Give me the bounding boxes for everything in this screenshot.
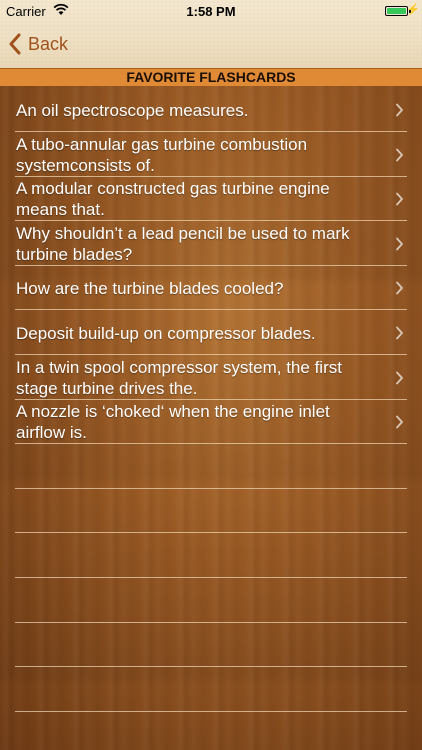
empty-row bbox=[0, 534, 422, 578]
list-item-label: How are the turbine blades cooled? bbox=[16, 278, 284, 298]
list-item-label: Why shouldn’t a lead pencil be used to m… bbox=[16, 223, 350, 264]
chevron-right-icon bbox=[396, 371, 403, 384]
list-item-label: An oil spectroscope measures. bbox=[16, 100, 249, 120]
back-label: Back bbox=[28, 33, 69, 54]
list-item[interactable]: A nozzle is ‘choked‘ when the engine inl… bbox=[0, 400, 422, 445]
list-item-label: A modular constructed gas turbine engine… bbox=[16, 179, 330, 220]
list-item[interactable]: A modular constructed gas turbine engine… bbox=[0, 177, 422, 222]
chevron-right-icon bbox=[396, 326, 403, 340]
list-item-label: Deposit build-up on compressor blades. bbox=[16, 323, 316, 343]
chevron-right-icon bbox=[396, 237, 403, 251]
battery-icon bbox=[385, 6, 408, 16]
list-item[interactable]: An oil spectroscope measures. bbox=[0, 88, 422, 132]
list-item-label: A nozzle is ‘choked‘ when the engine inl… bbox=[16, 402, 330, 443]
list-item[interactable]: Why shouldn’t a lead pencil be used to m… bbox=[0, 222, 422, 266]
status-bar: Carrier 1:58 PM ⚡ bbox=[0, 0, 422, 22]
empty-row bbox=[0, 623, 422, 668]
chevron-right-icon bbox=[396, 192, 403, 206]
chevron-right-icon bbox=[396, 103, 403, 117]
clock: 1:58 PM bbox=[186, 4, 236, 19]
empty-row bbox=[0, 445, 422, 489]
chevron-right-icon bbox=[396, 415, 403, 429]
empty-row bbox=[0, 579, 422, 623]
empty-row bbox=[0, 668, 422, 712]
list-item[interactable]: How are the turbine blades cooled? bbox=[0, 266, 422, 311]
charging-icon: ⚡ bbox=[406, 4, 420, 16]
back-button[interactable]: Back bbox=[8, 30, 68, 58]
row-separator bbox=[15, 710, 407, 712]
list-item[interactable]: Deposit build-up on compressor blades. bbox=[0, 311, 422, 355]
list-item[interactable]: A tubo-annular gas turbine combustion sy… bbox=[0, 133, 422, 177]
list-item-label: A tubo-annular gas turbine combustion sy… bbox=[16, 134, 308, 175]
chevron-left-icon bbox=[9, 33, 21, 55]
page-title: FAVORITE FLASHCARDS bbox=[0, 68, 422, 87]
list-item-label: In a twin spool compressor system, the f… bbox=[16, 357, 342, 398]
chevron-right-icon bbox=[396, 281, 403, 295]
list-item[interactable]: In a twin spool compressor system, the f… bbox=[0, 356, 422, 400]
empty-row bbox=[0, 489, 422, 534]
chevron-right-icon bbox=[396, 148, 403, 161]
